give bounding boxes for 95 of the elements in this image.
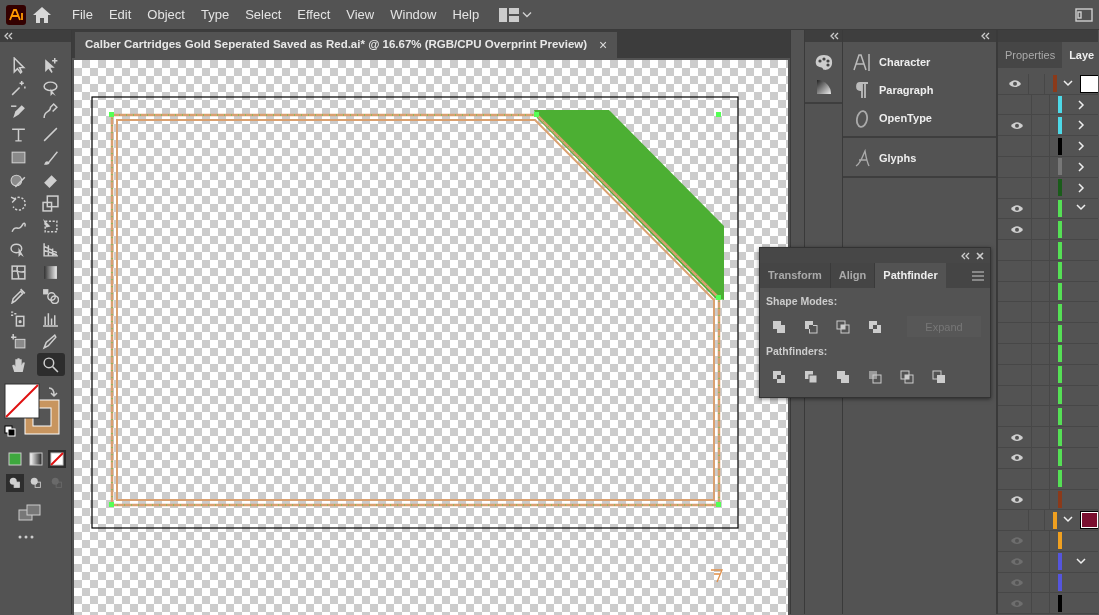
menu-item[interactable]: Edit: [100, 4, 140, 25]
chevron-down-icon[interactable]: [522, 10, 533, 19]
overlapping-squares-icon[interactable]: [835, 368, 851, 385]
eye-icon[interactable]: [1008, 79, 1022, 89]
panel-tab[interactable]: Pathfinder: [875, 263, 946, 288]
search-icon[interactable]: [42, 356, 59, 373]
menu-item[interactable]: Object: [139, 4, 193, 25]
shape-builder-icon[interactable]: [10, 241, 27, 258]
close-button[interactable]: ×: [599, 34, 608, 56]
overlapping-squares-icon[interactable]: [771, 318, 787, 335]
chevron-right-icon[interactable]: [1076, 141, 1086, 152]
overlapping-squares-icon[interactable]: [835, 318, 851, 335]
panel-toggle-icon[interactable]: [1075, 7, 1093, 22]
perspective-grid-icon[interactable]: [42, 241, 59, 258]
shaper-icon[interactable]: [10, 172, 27, 189]
menu-item[interactable]: Type: [192, 4, 238, 25]
curvature-icon[interactable]: [42, 103, 59, 120]
pilcrow-icon: [853, 80, 871, 100]
draw-mode-icon[interactable]: [8, 476, 22, 490]
collapse-icon[interactable]: [960, 251, 970, 260]
eye-icon[interactable]: [1009, 494, 1024, 504]
lasso-icon[interactable]: [42, 80, 59, 97]
type-tool-icon[interactable]: [10, 126, 27, 143]
overlapping-squares-icon[interactable]: [771, 368, 787, 385]
chevron-right-icon[interactable]: [1076, 120, 1086, 131]
blend-icon[interactable]: [42, 287, 59, 304]
eye-icon[interactable]: [1009, 224, 1024, 234]
symbol-sprayer-icon[interactable]: [10, 310, 27, 327]
overlapping-squares-icon[interactable]: [867, 318, 883, 335]
line-tool-icon[interactable]: [42, 126, 59, 143]
section-label: Pathfinders:: [766, 343, 829, 359]
pen-icon[interactable]: [10, 103, 27, 120]
artboard-icon[interactable]: [10, 333, 27, 350]
section-label: Shape Modes:: [766, 294, 839, 309]
eraser-icon[interactable]: [42, 172, 59, 189]
scale-icon[interactable]: [42, 195, 59, 212]
screen-mode-icon[interactable]: [18, 504, 42, 522]
cursor-icon: [710, 569, 723, 583]
slice-knife-icon[interactable]: [42, 333, 59, 350]
glyphs-icon: [853, 148, 871, 168]
panel-item[interactable]: OpenType: [843, 104, 996, 132]
document-title: Calber Cartridges Gold Seperated Saved as Red.ai* @ 16.67% (RGB/CPU Overprint Preview): [85, 37, 588, 53]
collapse-icon[interactable]: [980, 32, 990, 40]
panel-item[interactable]: Character: [843, 48, 996, 76]
magic-wand-icon[interactable]: [10, 80, 27, 97]
document-tab[interactable]: Calber Cartridges Gold Seperated Saved as Red.ai* @ 16.67% (RGB/CPU Overprint Preview) ×: [75, 32, 618, 58]
overlapping-squares-icon[interactable]: [803, 318, 819, 335]
character-icon: [853, 52, 871, 72]
gradient-icon[interactable]: [42, 264, 59, 281]
rectangle-tool-icon[interactable]: [10, 149, 27, 166]
close-icon[interactable]: [976, 251, 984, 260]
app-logo-icon: [6, 4, 26, 25]
opentype-icon: [853, 108, 871, 128]
menu-item[interactable]: View: [338, 4, 383, 25]
eye-icon[interactable]: [1009, 453, 1024, 463]
menu-item[interactable]: Select: [237, 4, 290, 25]
overlapping-squares-icon[interactable]: [931, 368, 947, 385]
overlapping-squares-icon[interactable]: [803, 368, 819, 385]
panel-tab[interactable]: Properties: [998, 41, 1063, 68]
color-swatch-icon[interactable]: [7, 451, 23, 467]
chevron-right-icon[interactable]: [1076, 99, 1086, 110]
menu-icon[interactable]: [972, 270, 984, 281]
menu-item[interactable]: File: [64, 4, 101, 25]
collapse-icon[interactable]: [3, 32, 13, 40]
chevron-right-icon[interactable]: [1076, 182, 1086, 193]
hand-icon[interactable]: [10, 356, 27, 373]
collapse-icon[interactable]: [829, 32, 839, 40]
chevron-right-icon[interactable]: [1076, 161, 1086, 172]
rotate-icon[interactable]: [10, 195, 27, 212]
direct-selection-tool-icon[interactable]: [42, 57, 59, 74]
none-swatch-icon[interactable]: [49, 451, 65, 467]
home-icon[interactable]: [32, 5, 52, 24]
panel-item[interactable]: Paragraph: [843, 76, 996, 104]
panel-item[interactable]: Glyphs: [843, 144, 996, 172]
bar-graph-icon[interactable]: [42, 310, 59, 327]
paintbrush-icon[interactable]: [42, 149, 59, 166]
eye-icon[interactable]: [1009, 203, 1024, 213]
chevron-down-icon[interactable]: [1076, 556, 1086, 567]
overlapping-squares-icon[interactable]: [867, 368, 883, 385]
eye-icon[interactable]: [1009, 120, 1024, 130]
mesh-icon[interactable]: [10, 264, 27, 281]
eyedropper-icon[interactable]: [10, 287, 27, 304]
chevron-down-icon[interactable]: [1062, 78, 1073, 89]
workspace-layout-icon[interactable]: [499, 7, 520, 22]
draw-mode-icon[interactable]: [29, 476, 43, 490]
gradient-wedge-icon[interactable]: [814, 78, 833, 96]
menu-item[interactable]: Window: [382, 4, 445, 25]
palette-icon[interactable]: [813, 54, 834, 72]
menu-item[interactable]: Effect: [289, 4, 339, 25]
eye-icon[interactable]: [1009, 432, 1024, 442]
more-icon[interactable]: [18, 534, 34, 540]
menu-item[interactable]: Help: [444, 4, 488, 25]
overlapping-squares-icon[interactable]: [899, 368, 915, 385]
gradient-swatch-icon[interactable]: [28, 451, 44, 467]
free-transform-icon[interactable]: [42, 218, 59, 235]
